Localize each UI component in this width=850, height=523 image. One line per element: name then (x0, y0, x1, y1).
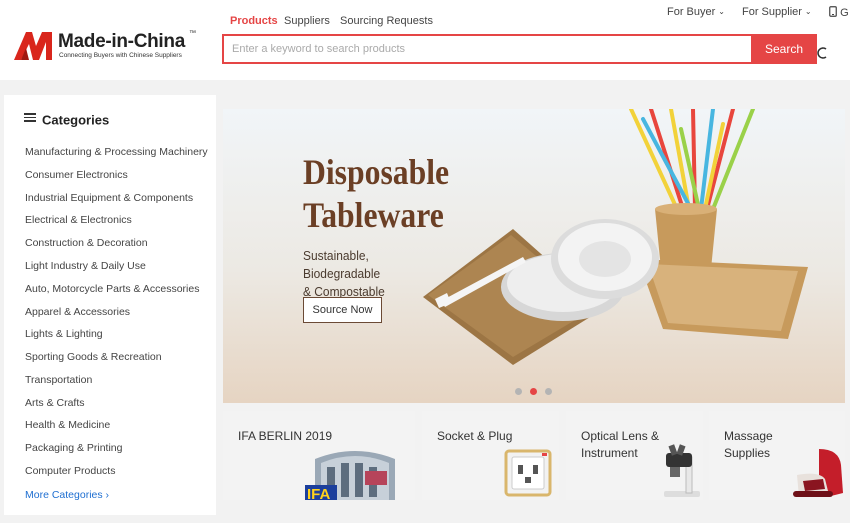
tile-ifa-berlin[interactable]: IFA BERLIN 2019 IFA (223, 411, 415, 500)
socket-image (504, 449, 552, 497)
category-item[interactable]: Manufacturing & Processing Machinery (25, 146, 208, 158)
tile-massage-supplies[interactable]: Massage Supplies (709, 411, 845, 500)
tab-suppliers[interactable]: Suppliers (284, 15, 330, 27)
massage-chair-image (793, 449, 843, 497)
logo-mark-icon (14, 32, 52, 60)
tile-label: Massage Supplies (724, 429, 773, 460)
search-input[interactable] (224, 36, 751, 62)
nav-for-buyer-label: For Buyer (667, 6, 716, 18)
category-item[interactable]: Apparel & Accessories (25, 306, 130, 318)
nav-app[interactable]: G (829, 6, 849, 19)
banner-subtitle-line1: Sustainable, Biodegradable (303, 248, 381, 281)
more-categories-link[interactable]: More Categories › (25, 489, 109, 501)
categories-heading: Categories (24, 111, 109, 128)
category-item[interactable]: Construction & Decoration (25, 237, 148, 249)
category-item[interactable]: Arts & Crafts (25, 397, 85, 409)
tab-products[interactable]: Products (230, 15, 278, 27)
nav-for-supplier[interactable]: For Supplier ⌄ (742, 6, 812, 18)
nav-app-label: G (840, 7, 849, 19)
site-logo[interactable]: Made-in-China ™ Connecting Buyers with C… (12, 28, 202, 64)
exhibition-hall-image: IFA (305, 451, 395, 500)
microscope-image (664, 444, 700, 497)
category-item[interactable]: Lights & Lighting (25, 328, 103, 340)
category-item[interactable]: Transportation (25, 374, 92, 386)
category-item[interactable]: Computer Products (25, 465, 115, 477)
tile-optical-lens[interactable]: Optical Lens & Instrument (566, 411, 703, 500)
category-item[interactable]: Electrical & Electronics (25, 214, 132, 226)
logo-tagline: Connecting Buyers with Chinese Suppliers (59, 52, 182, 59)
banner-title-line1: Disposable (303, 152, 450, 192)
chevron-down-icon: ⌄ (804, 7, 812, 16)
category-item[interactable]: Health & Medicine (25, 419, 110, 431)
categories-panel: Categories Manufacturing & Processing Ma… (4, 95, 216, 515)
categories-title: Categories (42, 112, 110, 128)
hero-banner[interactable]: Disposable Tableware Sustainable, Biodeg… (223, 109, 845, 403)
category-item[interactable]: Light Industry & Daily Use (25, 260, 146, 272)
tab-sourcing-requests[interactable]: Sourcing Requests (340, 15, 433, 27)
source-now-button[interactable]: Source Now (303, 297, 382, 323)
category-item[interactable]: Consumer Electronics (25, 169, 128, 181)
carousel-dot[interactable] (545, 388, 552, 395)
phone-icon (829, 6, 837, 17)
tile-socket-plug[interactable]: Socket & Plug (422, 411, 559, 500)
camera-search-icon[interactable] (816, 46, 828, 60)
nav-for-supplier-label: For Supplier (742, 6, 802, 18)
banner-subtitle: Sustainable, Biodegradable & Compostable (303, 247, 441, 301)
carousel-dot-active[interactable] (530, 388, 537, 395)
carousel-dot[interactable] (515, 388, 522, 395)
logo-name: Made-in-China (58, 31, 185, 52)
category-item[interactable]: Packaging & Printing (25, 442, 122, 454)
category-item[interactable]: Sporting Goods & Recreation (25, 351, 162, 363)
tile-label: Socket & Plug (437, 429, 513, 443)
chevron-down-icon: ⌄ (718, 7, 725, 16)
site-header: Made-in-China ™ Connecting Buyers with C… (0, 0, 850, 80)
banner-title-line2: Tableware (303, 195, 444, 235)
search-button[interactable]: Search (751, 34, 817, 64)
list-icon (24, 111, 36, 124)
category-item[interactable]: Auto, Motorcycle Parts & Accessories (25, 283, 199, 295)
logo-trademark: ™ (189, 30, 196, 37)
search-box (222, 34, 751, 64)
ifa-logo-text: IFA (307, 486, 331, 500)
category-item[interactable]: Industrial Equipment & Components (25, 192, 193, 204)
nav-for-buyer[interactable]: For Buyer ⌄ (667, 6, 725, 18)
banner-title: Disposable Tableware (303, 151, 449, 237)
